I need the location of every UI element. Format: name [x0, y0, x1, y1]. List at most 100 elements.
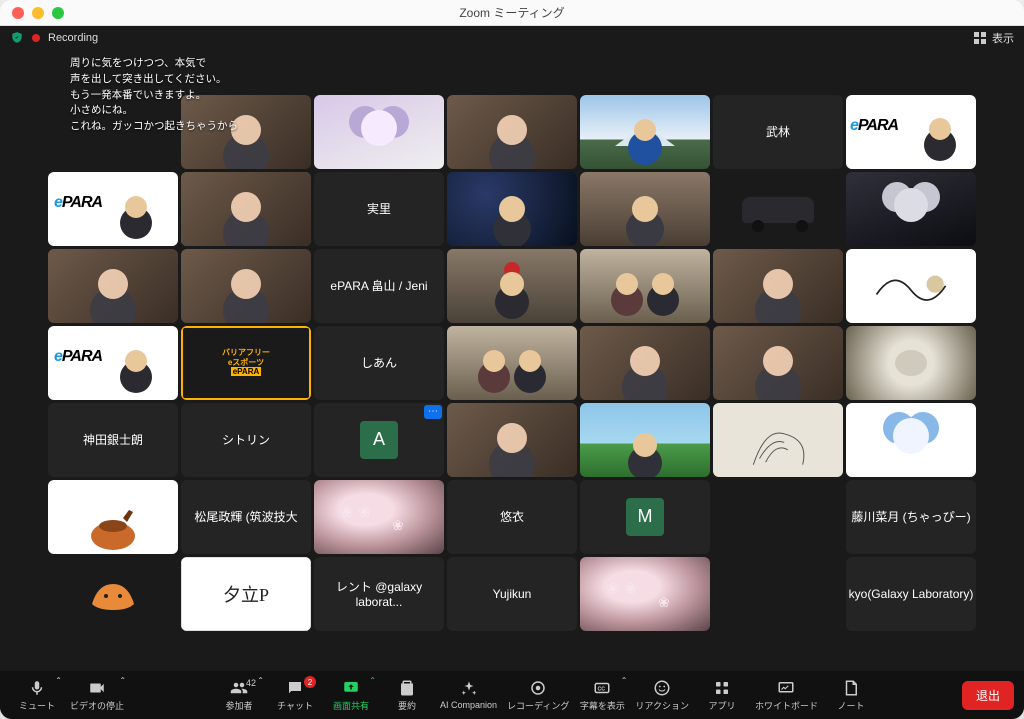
participant-name: レント @galaxy laborat...: [314, 576, 444, 611]
encryption-shield-icon[interactable]: [10, 31, 24, 45]
recording-label: Recording: [48, 32, 98, 44]
participant-tile[interactable]: 武林: [713, 95, 843, 169]
leave-meeting-button[interactable]: 退出: [962, 681, 1014, 710]
empty-tile: [713, 557, 843, 631]
share-screen-icon: [342, 679, 360, 697]
sparkle-icon: [460, 680, 478, 698]
participant-tile[interactable]: [580, 95, 710, 169]
participant-tile[interactable]: [846, 326, 976, 400]
participant-tile[interactable]: [314, 95, 444, 169]
minimize-window-icon[interactable]: [32, 7, 44, 19]
traffic-lights: [12, 7, 64, 19]
participant-tile[interactable]: [713, 249, 843, 323]
participant-tile[interactable]: ePARA: [48, 326, 178, 400]
participant-tile[interactable]: [580, 403, 710, 477]
mute-button[interactable]: ⌃ ミュート: [10, 674, 64, 716]
chat-button[interactable]: 2 チャット: [268, 674, 322, 716]
participant-tile[interactable]: kyo(Galaxy Laboratory): [846, 557, 976, 631]
participant-tile[interactable]: [48, 557, 178, 631]
fullscreen-window-icon[interactable]: [52, 7, 64, 19]
participant-name: 実里: [365, 198, 393, 219]
chevron-up-icon[interactable]: ⌃: [369, 676, 376, 685]
participant-tile[interactable]: [447, 403, 577, 477]
chevron-up-icon[interactable]: ⌃: [621, 676, 628, 685]
participant-tile[interactable]: A⋯: [314, 403, 444, 477]
record-button[interactable]: レコーディング: [503, 674, 573, 716]
zoom-window: Zoom ミーティング Recording 表示 周りに気をつけつつ、本気で 声…: [0, 0, 1024, 719]
participant-tile[interactable]: しあん: [314, 326, 444, 400]
view-switch-button[interactable]: 表示: [974, 30, 1014, 46]
participant-tile[interactable]: レント @galaxy laborat...: [314, 557, 444, 631]
participant-tile[interactable]: [580, 172, 710, 246]
camera-icon: [88, 679, 106, 697]
participant-name: しあん: [359, 352, 399, 373]
share-screen-button[interactable]: ⌃ 画面共有: [324, 674, 378, 716]
participant-tile[interactable]: ePARA 畠山 / Jeni: [314, 249, 444, 323]
reactions-button[interactable]: リアクション: [631, 674, 693, 716]
notes-icon: [842, 679, 860, 697]
participant-name: 悠衣: [498, 506, 526, 527]
empty-tile: [713, 480, 843, 554]
participant-tile[interactable]: [314, 480, 444, 554]
participant-tile[interactable]: [713, 403, 843, 477]
participant-tile[interactable]: [181, 172, 311, 246]
microphone-icon: [28, 679, 46, 697]
close-window-icon[interactable]: [12, 7, 24, 19]
participant-tile[interactable]: [846, 249, 976, 323]
participant-name: 松尾政輝 (筑波技大: [192, 506, 299, 527]
participant-tile[interactable]: [447, 249, 577, 323]
participant-tile[interactable]: 松尾政輝 (筑波技大: [181, 480, 311, 554]
participant-tile[interactable]: バリアフリーeスポーツePARA: [181, 326, 311, 400]
participant-tile[interactable]: [846, 403, 976, 477]
view-label: 表示: [992, 30, 1014, 46]
participant-tile[interactable]: ePARA: [48, 172, 178, 246]
apps-button[interactable]: アプリ: [695, 674, 749, 716]
participant-tile[interactable]: シトリン: [181, 403, 311, 477]
window-title: Zoom ミーティング: [459, 4, 564, 21]
participant-tile[interactable]: [447, 95, 577, 169]
recording-dot-icon: [32, 34, 40, 42]
ai-companion-button[interactable]: AI Companion: [436, 674, 501, 716]
whiteboard-button[interactable]: ホワイトボード: [751, 674, 822, 716]
participant-tile[interactable]: [48, 249, 178, 323]
cc-icon: CC: [593, 679, 611, 697]
participant-tile[interactable]: [713, 172, 843, 246]
participant-tile[interactable]: [713, 326, 843, 400]
participant-tile[interactable]: [580, 249, 710, 323]
participant-tile[interactable]: [447, 326, 577, 400]
participant-tile[interactable]: [181, 249, 311, 323]
participants-button[interactable]: 42 ⌃ 参加者: [212, 674, 266, 716]
record-icon: [529, 679, 547, 697]
chevron-up-icon[interactable]: ⌃: [257, 676, 264, 685]
participant-tile[interactable]: 夕立P: [181, 557, 311, 631]
participant-tile[interactable]: 藤川菜月 (ちゃっぴー): [846, 480, 976, 554]
participant-tile[interactable]: [846, 172, 976, 246]
participant-name: 武林: [764, 121, 792, 142]
participant-tile[interactable]: [48, 480, 178, 554]
meeting-area: Recording 表示 周りに気をつけつつ、本気で 声を出して突き出してくださ…: [0, 26, 1024, 719]
participant-tile[interactable]: ePARA: [846, 95, 976, 169]
tile-menu-icon[interactable]: ⋯: [424, 405, 442, 419]
participant-tile[interactable]: [580, 326, 710, 400]
mac-titlebar: Zoom ミーティング: [0, 0, 1024, 26]
participant-name: kyo(Galaxy Laboratory): [847, 585, 976, 603]
stop-video-button[interactable]: ⌃ ビデオの停止: [66, 674, 128, 716]
chat-icon: [286, 679, 304, 697]
participant-name: シトリン: [220, 429, 272, 450]
chevron-up-icon[interactable]: ⌃: [119, 676, 126, 685]
participant-tile[interactable]: 実里: [314, 172, 444, 246]
chevron-up-icon[interactable]: ⌃: [55, 676, 62, 685]
participant-tile[interactable]: [447, 172, 577, 246]
summary-button[interactable]: 要約: [380, 674, 434, 716]
captions-button[interactable]: ⌃ CC 字幕を表示: [575, 674, 629, 716]
participant-tile[interactable]: 神田銀士朗: [48, 403, 178, 477]
participant-tile[interactable]: 悠衣: [447, 480, 577, 554]
participant-tile[interactable]: [580, 557, 710, 631]
whiteboard-icon: [777, 679, 795, 697]
participant-name: 藤川菜月 (ちゃっぴー): [849, 506, 972, 527]
participant-tile[interactable]: Yujikun: [447, 557, 577, 631]
notes-button[interactable]: ノート: [824, 674, 878, 716]
participant-name: ePARA 畠山 / Jeni: [328, 275, 429, 296]
participant-tile[interactable]: M: [580, 480, 710, 554]
svg-text:CC: CC: [598, 686, 606, 692]
